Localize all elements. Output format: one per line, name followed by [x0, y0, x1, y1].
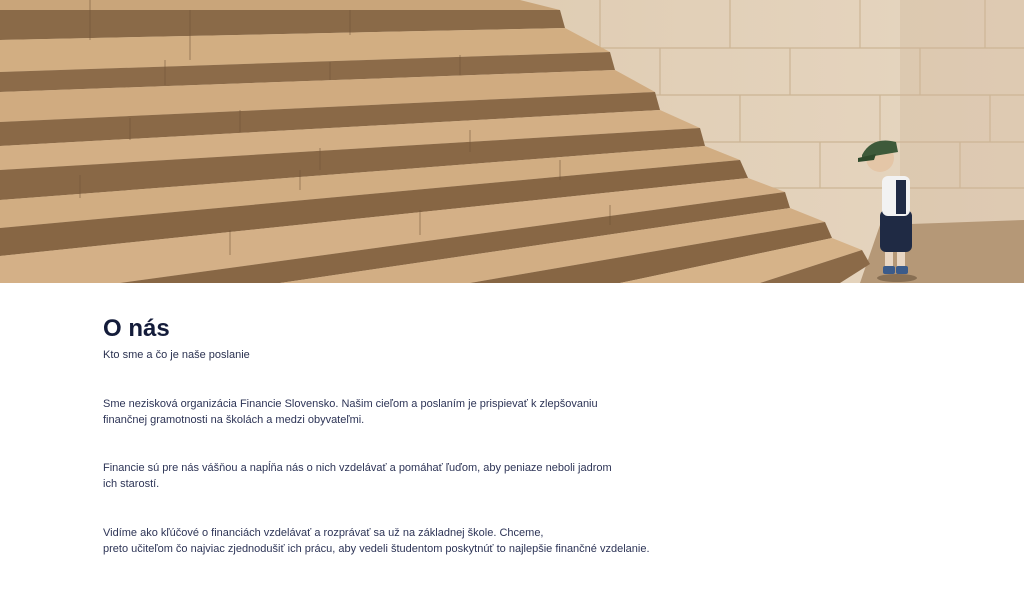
paragraph-line: preto učiteľom čo najviac zjednodušiť ic…: [103, 543, 650, 555]
page-title: O nás: [103, 315, 170, 342]
paragraph-line: Sme nezisková organizácia Financie Slove…: [103, 398, 598, 410]
paragraph-education: Vidíme ako kľúčové o financiách vzdeláva…: [103, 525, 650, 557]
page-subtitle: Kto sme a čo je naše poslanie: [103, 349, 250, 361]
hero-image: [0, 0, 1024, 283]
paragraph-line: finančnej gramotnosti na školách a medzi…: [103, 414, 365, 426]
paragraph-mission: Sme nezisková organizácia Financie Slove…: [103, 396, 598, 428]
paragraph-line: Vidíme ako kľúčové o financiách vzdeláva…: [103, 527, 544, 539]
paragraph-passion: Financie sú pre nás vášňou a napĺňa nás …: [103, 460, 612, 492]
paragraph-line: Financie sú pre nás vášňou a napĺňa nás …: [103, 462, 612, 474]
paragraph-line: ich starostí.: [103, 478, 160, 490]
staircase-photo: [0, 0, 1024, 283]
